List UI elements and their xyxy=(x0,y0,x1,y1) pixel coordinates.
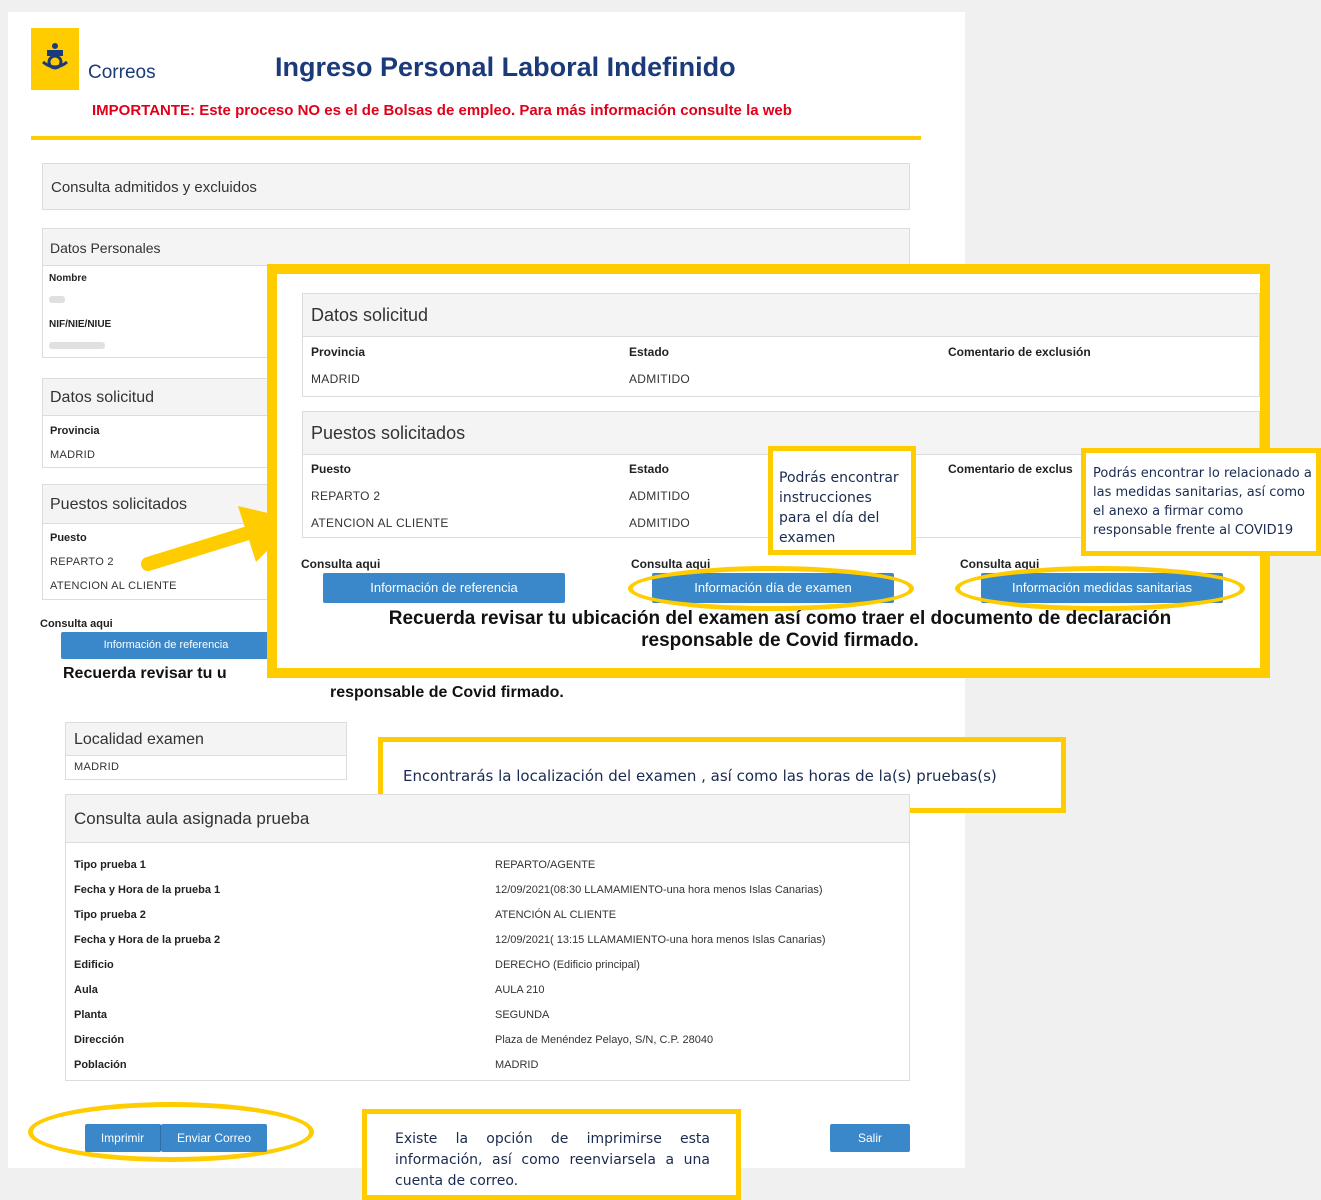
nif-label: NIF/NIE/NIUE xyxy=(49,319,112,330)
info-referencia-button-bg[interactable]: Información de referencia xyxy=(61,632,271,659)
puesto-label: Puesto xyxy=(311,462,352,476)
reminder-line1-bg: Recuerda revisar tu u xyxy=(63,665,227,682)
consulta-panel: Consulta admitidos y excluidos xyxy=(42,163,910,210)
correos-logo xyxy=(31,28,79,90)
page-title: Ingreso Personal Laboral Indefinido xyxy=(275,52,736,82)
puesto-comentario-label: Comentario de exclus xyxy=(948,462,1073,476)
provincia-label: Provincia xyxy=(311,345,366,359)
aula-row-label: Aula xyxy=(74,984,98,996)
highlight-ring-examen xyxy=(628,566,914,611)
aula-title: Consulta aula asignada prueba xyxy=(74,809,310,828)
provincia-value: MADRID xyxy=(311,372,361,386)
aula-row-label: Tipo prueba 2 xyxy=(74,909,146,921)
nombre-value-redacted xyxy=(49,296,65,303)
consulta-title: Consulta admitidos y excluidos xyxy=(51,179,257,196)
datos-solicitud-panel-bg: Datos solicitud Provincia MADRID xyxy=(42,378,282,468)
info-referencia-button[interactable]: Información de referencia xyxy=(323,573,565,603)
localidad-header: Localidad examen xyxy=(66,723,346,756)
reminder-text: Recuerda revisar tu ubicación del examen… xyxy=(285,608,1275,652)
puesto-row-bg: ATENCION AL CLIENTE xyxy=(50,580,177,592)
aula-row-label: Tipo prueba 1 xyxy=(74,859,146,871)
horn-icon xyxy=(42,43,68,70)
aula-row-label: Fecha y Hora de la prueba 2 xyxy=(74,934,221,946)
puesto-row-name: ATENCION AL CLIENTE xyxy=(311,516,449,530)
reminder-line2-bg: responsable de Covid firmado. xyxy=(330,684,564,701)
reminder-line2: responsable de Covid firmado. xyxy=(641,630,919,651)
datos-solicitud-title-bg: Datos solicitud xyxy=(50,389,155,406)
highlight-ring-sanitarias xyxy=(955,566,1245,611)
aula-row-value: 12/09/2021( 13:15 LLAMAMIENTO-una hora m… xyxy=(495,934,826,946)
consulta-aqui-label-bg: Consulta aqui xyxy=(40,618,113,630)
comentario-label: Comentario de exclusión xyxy=(948,345,1091,359)
important-notice: IMPORTANTE: Este proceso NO es el de Bol… xyxy=(92,102,792,119)
aula-row-value: REPARTO/AGENTE xyxy=(495,859,596,871)
puesto-row-estado: ADMITIDO xyxy=(629,516,691,530)
aula-row-label: Población xyxy=(74,1059,127,1071)
aula-row-label: Edificio xyxy=(74,959,114,971)
note-imprimir: Existe la opción de imprimirse esta info… xyxy=(362,1109,741,1200)
puesto-row-estado: ADMITIDO xyxy=(629,489,691,503)
reminder-line1: Recuerda revisar tu ubicación del examen… xyxy=(388,608,1172,629)
nombre-label: Nombre xyxy=(49,273,87,284)
datos-solicitud-title: Datos solicitud xyxy=(311,305,429,325)
aula-panel: Consulta aula asignada prueba Tipo prueb… xyxy=(65,794,910,1081)
imprimir-button[interactable]: Imprimir xyxy=(85,1124,161,1152)
enviar-correo-button[interactable]: Enviar Correo xyxy=(161,1124,267,1152)
aula-row-value: DERECHO (Edificio principal) xyxy=(495,959,640,971)
aula-row-value: ATENCIÓN AL CLIENTE xyxy=(495,909,617,921)
puesto-row-bg: REPARTO 2 xyxy=(50,556,114,568)
salir-button[interactable]: Salir xyxy=(830,1124,910,1152)
header-divider xyxy=(31,136,921,140)
puestos-title: Puestos solicitados xyxy=(311,423,466,443)
aula-row-value: AULA 210 xyxy=(495,984,545,996)
puesto-label-bg: Puesto xyxy=(50,532,87,544)
provincia-value-bg: MADRID xyxy=(50,449,96,461)
aula-row-value: 12/09/2021(08:30 LLAMAMIENTO-una hora me… xyxy=(495,884,823,896)
datos-solicitud-header-bg: Datos solicitud xyxy=(43,379,281,416)
aula-row-value: Plaza de Menéndez Pelayo, S/N, C.P. 2804… xyxy=(495,1034,714,1046)
aula-row-label: Fecha y Hora de la prueba 1 xyxy=(74,884,221,896)
puesto-estado-label: Estado xyxy=(629,462,670,476)
localidad-value: MADRID xyxy=(74,761,120,773)
estado-value: ADMITIDO xyxy=(629,372,691,386)
consulta-aqui-referencia: Consulta aqui xyxy=(301,557,381,571)
datos-personales-title: Datos Personales xyxy=(50,240,161,256)
aula-row-value: SEGUNDA xyxy=(495,1009,550,1021)
puesto-row-name: REPARTO 2 xyxy=(311,489,381,503)
provincia-label-bg: Provincia xyxy=(50,425,100,437)
aula-row-value: MADRID xyxy=(495,1059,539,1071)
note-examen-day: Podrás encontrar instrucciones para el d… xyxy=(768,446,916,555)
datos-solicitud-header: Datos solicitud xyxy=(303,294,1259,337)
estado-label: Estado xyxy=(629,345,670,359)
note-sanitarias: Podrás encontrar lo relacionado a las me… xyxy=(1081,448,1321,556)
logo-text: Correos xyxy=(88,62,156,83)
aula-row-label: Dirección xyxy=(74,1034,125,1046)
datos-solicitud-panel: Datos solicitud Provincia MADRID Estado … xyxy=(302,293,1260,397)
localidad-panel: Localidad examen MADRID xyxy=(65,722,347,780)
localidad-title: Localidad examen xyxy=(74,731,204,748)
datos-personales-header: Datos Personales xyxy=(43,229,909,266)
nif-value-redacted xyxy=(49,342,105,349)
aula-header: Consulta aula asignada prueba xyxy=(66,795,909,843)
aula-row-label: Planta xyxy=(74,1009,108,1021)
